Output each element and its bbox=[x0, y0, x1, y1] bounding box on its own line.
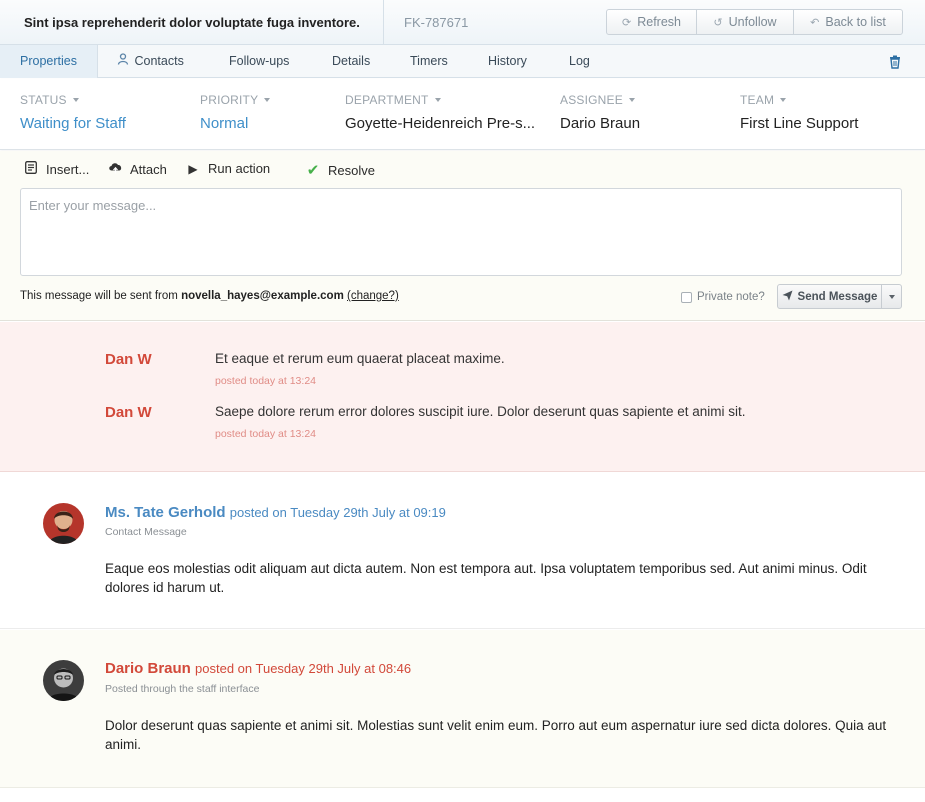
run-action-button[interactable]: ▶ Run action bbox=[186, 161, 270, 176]
priority-value: Normal bbox=[200, 115, 249, 132]
tab-label: Log bbox=[569, 54, 590, 68]
message-body: Dolor deserunt quas sapiente et animi si… bbox=[105, 718, 887, 752]
tab-label: History bbox=[488, 54, 527, 68]
trash-icon[interactable] bbox=[889, 55, 901, 69]
ticket-tabs: Properties Contacts Follow-ups Details T… bbox=[0, 45, 925, 78]
message-header: Dario Braun posted on Tuesday 29th July … bbox=[105, 660, 411, 677]
ticket-properties: STATUS Waiting for Staff PRIORITY Normal… bbox=[0, 79, 925, 150]
tab-label: Properties bbox=[20, 54, 77, 68]
refresh-label: Refresh bbox=[637, 15, 681, 29]
tab-history[interactable]: History bbox=[488, 45, 527, 78]
caret-down-icon bbox=[264, 98, 271, 102]
back-to-list-label: Back to list bbox=[825, 15, 886, 29]
resolve-button[interactable]: ✔ Resolve bbox=[306, 161, 375, 179]
private-note-label: Private note? bbox=[697, 291, 765, 303]
reply-arrow-icon: ↶ bbox=[810, 16, 820, 29]
tab-details[interactable]: Details bbox=[332, 45, 370, 78]
assignee-value: Dario Braun bbox=[560, 115, 641, 132]
message-timestamp: posted on Tuesday 29th July at 09:19 bbox=[229, 505, 446, 520]
insert-button[interactable]: Insert... bbox=[24, 161, 89, 177]
private-note-checkbox[interactable] bbox=[681, 291, 692, 303]
internal-notes: Dan W Et eaque et rerum eum quaerat plac… bbox=[0, 322, 925, 472]
message-source: Contact Message bbox=[105, 526, 187, 538]
assignee-property[interactable]: ASSIGNEE Dario Braun bbox=[560, 93, 640, 132]
message-input[interactable] bbox=[20, 188, 902, 276]
department-label: DEPARTMENT bbox=[345, 93, 429, 107]
message-author[interactable]: Dario Braun bbox=[105, 660, 191, 677]
note-author[interactable]: Dan W bbox=[105, 404, 152, 421]
refresh-icon: ⟳ bbox=[622, 16, 632, 29]
paper-plane-icon bbox=[782, 290, 793, 304]
message-source: Posted through the staff interface bbox=[105, 683, 260, 695]
caret-down-icon bbox=[72, 98, 79, 102]
send-message-button[interactable]: Send Message bbox=[778, 285, 882, 308]
caret-down-icon bbox=[888, 294, 895, 299]
attach-button[interactable]: Attach bbox=[108, 161, 167, 177]
note-timestamp: posted today at 13:24 bbox=[215, 375, 316, 387]
status-label: STATUS bbox=[20, 93, 67, 107]
unfollow-label: Unfollow bbox=[728, 15, 777, 29]
team-value: First Line Support bbox=[740, 115, 859, 132]
message-item: Dario Braun posted on Tuesday 29th July … bbox=[0, 630, 925, 788]
ticket-subject: Sint ipsa reprehenderit dolor voluptate … bbox=[0, 0, 384, 45]
caret-down-icon bbox=[628, 98, 635, 102]
ticket-actions: ⟳ Refresh ↺ Unfollow ↶ Back to list bbox=[606, 9, 903, 35]
message-header: Ms. Tate Gerhold posted on Tuesday 29th … bbox=[105, 504, 446, 521]
insert-label: Insert... bbox=[46, 161, 90, 177]
team-property[interactable]: TEAM First Line Support bbox=[740, 93, 858, 132]
ticket-titlebar: Sint ipsa reprehenderit dolor voluptate … bbox=[0, 0, 925, 45]
note-text: Saepe dolore rerum error dolores suscipi… bbox=[215, 404, 746, 419]
resolve-label: Resolve bbox=[328, 162, 375, 178]
department-property[interactable]: DEPARTMENT Goyette-Heidenreich Pre-s... bbox=[345, 93, 535, 132]
department-value: Goyette-Heidenreich Pre-s... bbox=[345, 115, 536, 132]
back-to-list-button[interactable]: ↶ Back to list bbox=[794, 10, 902, 34]
send-options-dropdown[interactable] bbox=[882, 285, 901, 308]
contacts-icon bbox=[117, 45, 131, 78]
caret-down-icon bbox=[780, 98, 787, 102]
ticket-reference: FK-787671 bbox=[404, 15, 469, 30]
message-author[interactable]: Ms. Tate Gerhold bbox=[105, 504, 226, 521]
document-icon bbox=[24, 161, 38, 177]
caret-down-icon bbox=[434, 98, 441, 102]
play-icon: ▶ bbox=[188, 161, 198, 176]
avatar bbox=[43, 660, 84, 701]
note-author[interactable]: Dan W bbox=[105, 351, 152, 368]
reply-panel: Insert... Attach ▶ Run action ✔ Resolve … bbox=[0, 151, 925, 321]
tab-label: Follow-ups bbox=[229, 54, 290, 68]
priority-property[interactable]: PRIORITY Normal bbox=[200, 93, 271, 132]
tab-label: Contacts bbox=[134, 54, 184, 68]
run-action-label: Run action bbox=[208, 161, 271, 176]
tab-follow-ups[interactable]: Follow-ups bbox=[229, 45, 289, 78]
sender-line: This message will be sent from novella_h… bbox=[20, 290, 399, 302]
note-text: Et eaque et rerum eum quaerat placeat ma… bbox=[215, 351, 505, 366]
unfollow-button[interactable]: ↺ Unfollow bbox=[697, 10, 794, 34]
team-label: TEAM bbox=[740, 93, 775, 107]
tab-label: Details bbox=[332, 54, 371, 68]
sender-prefix: This message will be sent from bbox=[20, 290, 178, 302]
private-note-toggle[interactable]: Private note? bbox=[681, 291, 765, 303]
attach-label: Attach bbox=[130, 161, 167, 177]
unfollow-icon: ↺ bbox=[713, 16, 723, 29]
send-message-group: Send Message bbox=[777, 284, 902, 309]
tab-timers[interactable]: Timers bbox=[410, 45, 448, 78]
note-timestamp: posted today at 13:24 bbox=[215, 428, 316, 440]
avatar bbox=[43, 503, 84, 544]
message-item: Ms. Tate Gerhold posted on Tuesday 29th … bbox=[0, 473, 925, 629]
checkmark-icon: ✔ bbox=[306, 162, 320, 179]
tab-label: Timers bbox=[410, 54, 448, 68]
tab-contacts[interactable]: Contacts bbox=[117, 45, 184, 78]
tab-log[interactable]: Log bbox=[569, 45, 590, 78]
assignee-label: ASSIGNEE bbox=[560, 93, 623, 107]
change-sender-link[interactable]: (change?) bbox=[347, 290, 399, 302]
status-value: Waiting for Staff bbox=[20, 115, 126, 132]
cloud-upload-icon bbox=[108, 161, 122, 177]
message-body: Eaque eos molestias odit aliquam aut dic… bbox=[105, 561, 867, 595]
message-timestamp: posted on Tuesday 29th July at 08:46 bbox=[195, 661, 412, 676]
status-property[interactable]: STATUS Waiting for Staff bbox=[20, 93, 126, 132]
priority-label: PRIORITY bbox=[200, 93, 259, 107]
refresh-button[interactable]: ⟳ Refresh bbox=[607, 10, 697, 34]
sender-email: novella_hayes@example.com bbox=[181, 290, 344, 302]
tab-properties[interactable]: Properties bbox=[0, 45, 98, 78]
send-message-label: Send Message bbox=[797, 290, 878, 303]
